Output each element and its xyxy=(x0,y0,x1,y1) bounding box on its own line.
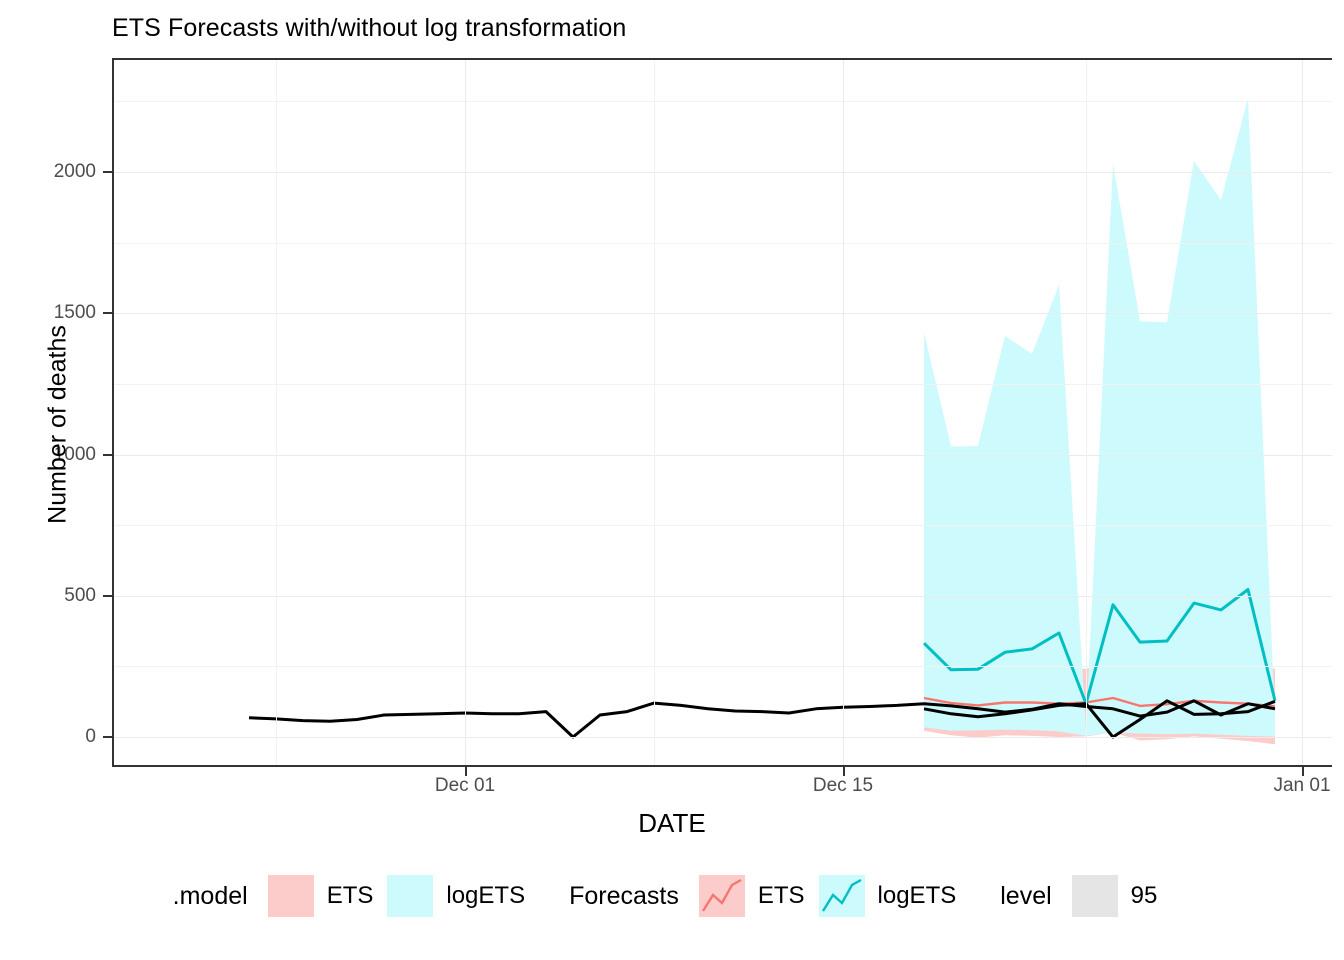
forecast-interval-ribbon xyxy=(924,98,1275,737)
legend-title: .model xyxy=(172,881,248,910)
y-tick-mark xyxy=(103,312,112,315)
y-axis-title: Number of deaths xyxy=(43,325,72,524)
y-gridline-major xyxy=(112,313,1332,315)
plot-panel xyxy=(112,58,1332,765)
legend-fill-swatch xyxy=(267,875,314,917)
legend-label: ETS xyxy=(757,882,805,909)
x-axis-title: DATE xyxy=(638,808,706,838)
x-tick-label: Jan 01 xyxy=(1273,775,1331,796)
legend-key[interactable]: logETS xyxy=(818,875,957,917)
y-gridline-major xyxy=(112,737,1332,738)
y-tick-mark xyxy=(103,171,112,173)
y-gridline-minor xyxy=(112,383,1332,385)
legend-key[interactable]: ETS xyxy=(698,875,805,917)
x-tick-label: Dec 15 xyxy=(812,775,874,796)
legend-label: logETS xyxy=(446,882,526,909)
y-gridline-minor xyxy=(112,101,1332,103)
x-gridline-major xyxy=(465,58,466,765)
legend-label: 95 xyxy=(1130,882,1158,909)
x-gridline-minor xyxy=(1086,58,1087,765)
y-gridline-major xyxy=(112,172,1332,173)
legend-group-level: level 95 xyxy=(1000,875,1171,917)
y-gridline-minor xyxy=(112,242,1332,244)
legend-group-forecasts: Forecasts ETS logETS xyxy=(569,875,970,917)
legend-line-key-icon xyxy=(818,875,865,917)
legend-line-key-icon xyxy=(698,875,745,917)
y-gridline-minor xyxy=(112,525,1332,527)
x-gridline-major xyxy=(843,58,844,765)
legend-label: ETS xyxy=(326,882,374,909)
y-tick-mark xyxy=(103,594,112,597)
legend-key[interactable]: 95 xyxy=(1071,875,1158,917)
legend-fill-swatch xyxy=(387,875,434,917)
x-axis-line xyxy=(112,765,1332,767)
y-tick-mark xyxy=(103,453,112,456)
legend-group-model: .model ETS logETS xyxy=(173,875,539,917)
y-gridline-major xyxy=(112,454,1332,456)
x-gridline-minor xyxy=(654,58,655,765)
y-gridline-major xyxy=(112,595,1332,597)
legend-level-swatch xyxy=(1071,875,1118,917)
x-gridline-minor xyxy=(276,58,277,765)
y-tick-mark xyxy=(103,736,112,738)
legend-key[interactable]: logETS xyxy=(387,875,525,917)
y-gridline-minor xyxy=(112,666,1332,668)
legend-title: level xyxy=(1000,881,1052,910)
chart-title: ETS Forecasts with/without log transform… xyxy=(112,14,627,42)
legend-label: logETS xyxy=(877,882,957,909)
legend-bar: .model ETS logETS Forecasts ETS logETS level 95 xyxy=(0,875,1344,917)
x-gridline-major xyxy=(1302,58,1303,765)
legend-title: Forecasts xyxy=(569,881,679,910)
chart-root: ETS Forecasts with/without log transform… xyxy=(0,0,1344,960)
x-tick-label: Dec 01 xyxy=(434,775,496,796)
y-tick-label: 0 xyxy=(85,726,96,747)
legend-key[interactable]: ETS xyxy=(267,875,374,917)
plot-svg xyxy=(248,98,1277,745)
